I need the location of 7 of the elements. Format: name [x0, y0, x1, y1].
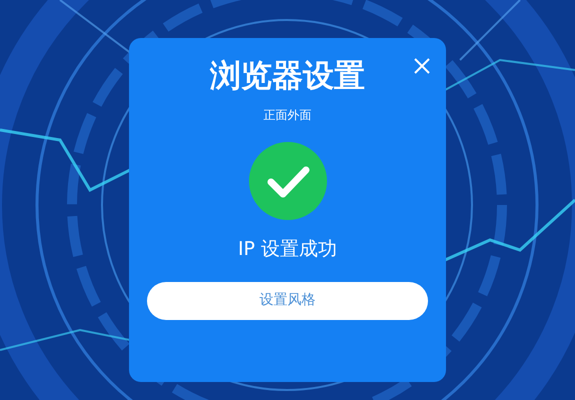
dialog-subtitle: 正面外面 [264, 107, 312, 124]
close-button[interactable] [412, 56, 432, 76]
dialog-title: 浏览器设置 [210, 57, 365, 96]
success-message: IP 设置成功 [238, 237, 338, 262]
checkmark-icon [248, 142, 326, 220]
close-icon [414, 58, 430, 74]
style-settings-button[interactable]: 设置风格 [147, 282, 428, 320]
